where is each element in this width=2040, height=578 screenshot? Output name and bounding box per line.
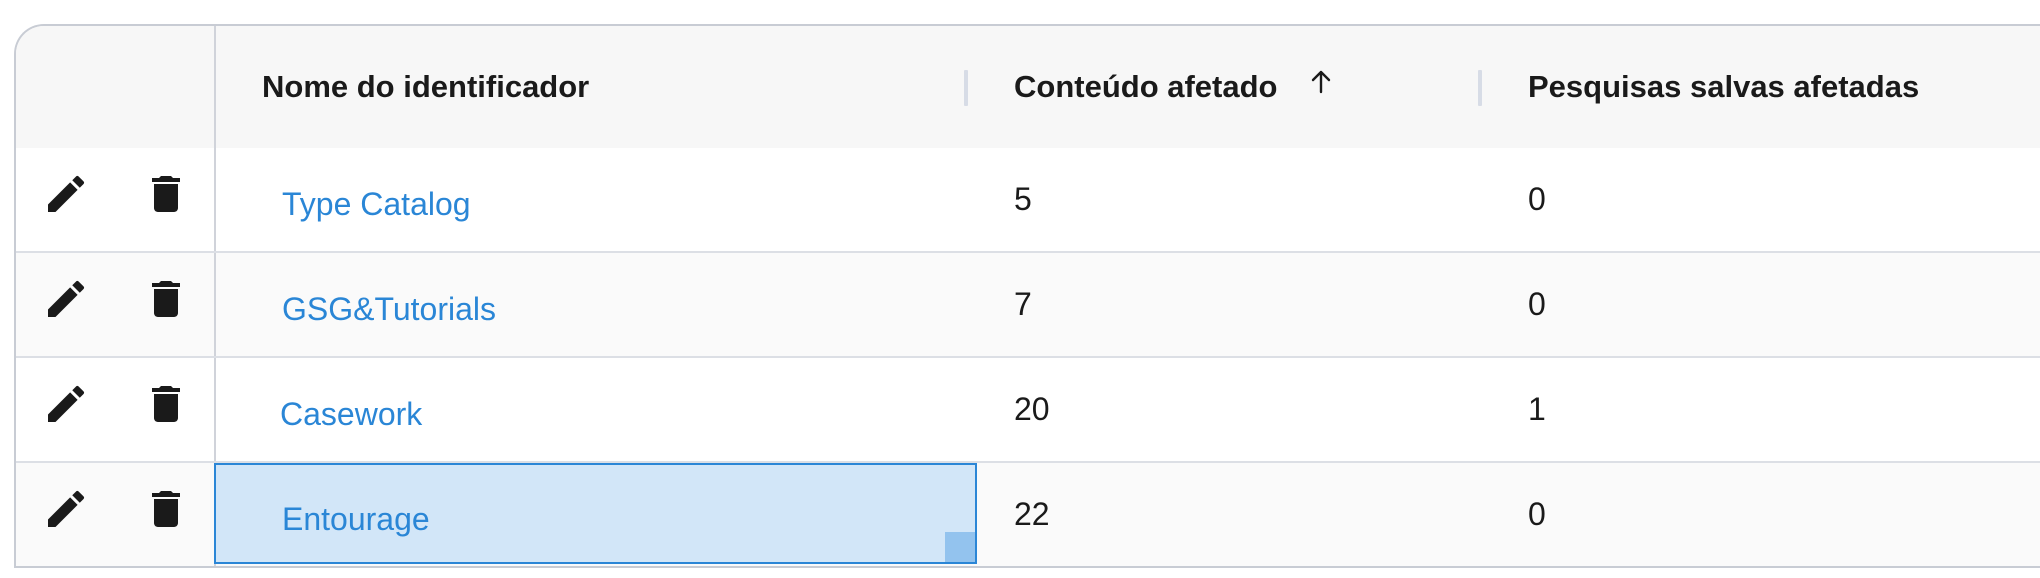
identifier-link[interactable]: Entourage bbox=[282, 491, 430, 538]
content-count-cell: 22 bbox=[1014, 496, 1050, 532]
pencil-icon[interactable] bbox=[42, 170, 90, 218]
identifier-link[interactable]: GSG&Tutorials bbox=[282, 281, 496, 328]
identifier-link[interactable]: Type Catalog bbox=[282, 176, 471, 223]
content-count-cell: 5 bbox=[1014, 181, 1032, 217]
column-resize-handle-content[interactable] bbox=[1478, 70, 1482, 106]
identifier-name-cell: GSG&Tutorials bbox=[282, 253, 496, 356]
searches-count-cell: 1 bbox=[1528, 391, 1546, 427]
identifier-name-cell: Casework bbox=[280, 358, 422, 461]
content-count-cell: 20 bbox=[1014, 391, 1050, 427]
identifier-name-cell: Type Catalog bbox=[282, 148, 471, 251]
identifiers-table: Nome do identificador Conteúdo afetado P… bbox=[14, 24, 2040, 568]
column-resize-handle-name[interactable] bbox=[964, 70, 968, 106]
identifier-name-cell: Entourage bbox=[282, 463, 430, 566]
pinned-column-divider bbox=[214, 148, 216, 251]
trash-icon[interactable] bbox=[142, 485, 190, 533]
searches-count-cell: 0 bbox=[1528, 286, 1546, 322]
pinned-column-divider bbox=[214, 358, 216, 461]
table-row: GSG&Tutorials 7 0 bbox=[16, 253, 2040, 358]
table-row: Entourage 22 0 bbox=[16, 463, 2040, 566]
table-row: Type Catalog 5 0 bbox=[16, 148, 2040, 253]
searches-count-cell: 0 bbox=[1528, 496, 1546, 532]
table-row: Casework 20 1 bbox=[16, 358, 2040, 463]
column-header-name[interactable]: Nome do identificador bbox=[262, 26, 589, 148]
pencil-icon[interactable] bbox=[42, 485, 90, 533]
content-count-cell: 7 bbox=[1014, 286, 1032, 322]
column-header-content[interactable]: Conteúdo afetado bbox=[1014, 26, 1278, 148]
searches-count-cell: 0 bbox=[1528, 181, 1546, 217]
pinned-column-divider bbox=[214, 26, 216, 148]
trash-icon[interactable] bbox=[142, 380, 190, 428]
pencil-icon[interactable] bbox=[42, 275, 90, 323]
column-header-searches[interactable]: Pesquisas salvas afetadas bbox=[1528, 26, 1919, 148]
pinned-column-divider bbox=[214, 253, 216, 356]
pencil-icon[interactable] bbox=[42, 380, 90, 428]
selection-fill-handle[interactable] bbox=[945, 532, 975, 562]
sort-ascending-icon[interactable] bbox=[1307, 68, 1335, 96]
trash-icon[interactable] bbox=[142, 170, 190, 218]
trash-icon[interactable] bbox=[142, 275, 190, 323]
table-header-row: Nome do identificador Conteúdo afetado P… bbox=[16, 26, 2040, 150]
identifier-link[interactable]: Casework bbox=[280, 386, 422, 433]
table-bottom-border bbox=[16, 566, 2040, 568]
